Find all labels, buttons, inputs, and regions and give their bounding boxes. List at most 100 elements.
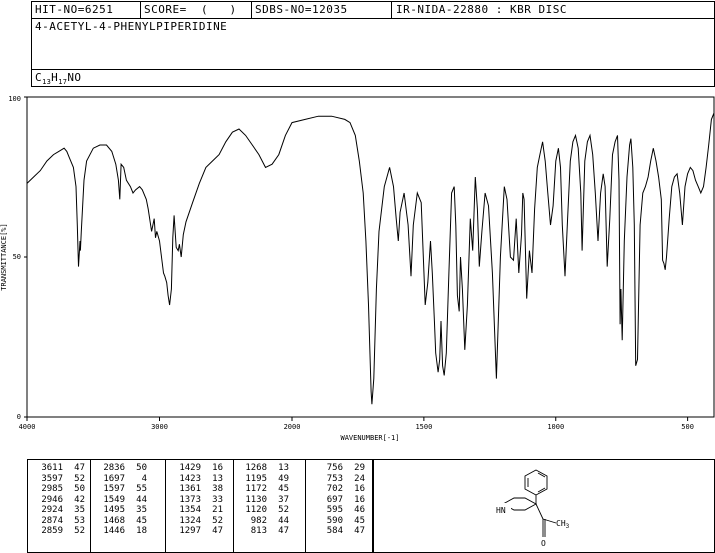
peak-row: 1172 45 [237,484,289,495]
peak-row: 2985 50 [33,484,85,495]
peak-row: 1495 35 [95,505,147,516]
peak-transmittance: 53 [74,515,85,526]
peak-transmittance: 45 [136,515,147,526]
peak-transmittance: 50 [74,484,85,494]
peak-transmittance: 50 [136,463,147,473]
y-tick-label: 100 [8,95,21,103]
oxygen-label: O [541,539,546,548]
peak-row: 1297 47 [171,526,223,537]
peak-wavenumber: 1130 [245,494,267,505]
peak-row: 753 24 [313,474,365,485]
peak-wavenumber: 1354 [179,505,201,515]
peak-row: 697 16 [313,495,365,506]
peak-column: 2836 50 1697 4 1597 55 1549 44 1495 35 1468 45 1446 1… [95,463,147,537]
peak-wavenumber: 756 [326,463,343,473]
peak-wavenumber: 1172 [245,484,267,494]
x-tick-label: 4000 [19,423,36,431]
peak-wavenumber: 982 [250,515,267,526]
peak-wavenumber: 1423 [179,473,201,484]
peak-transmittance: 29 [354,463,365,473]
x-tick-label: 2000 [284,423,301,431]
peak-wavenumber: 1429 [179,463,201,473]
peak-transmittance: 45 [354,515,365,526]
x-tick-label: 1000 [547,423,564,431]
peak-wavenumber: 813 [250,526,267,536]
peak-transmittance: 55 [136,484,147,494]
peak-column: 756 29 753 24 702 16 697 16 595 46 590 45 584 47 [313,463,365,537]
peak-transmittance: 16 [354,484,365,494]
x-tick-label: 3000 [151,423,168,431]
peak-row: 584 47 [313,526,365,537]
peak-column-divider [165,459,166,553]
nh-label: HN [496,506,506,515]
peak-row: 2859 52 [33,526,85,537]
peak-transmittance: 47 [354,526,365,536]
peak-wavenumber: 2985 [41,484,63,494]
peak-row: 3597 52 [33,474,85,485]
peak-wavenumber: 2924 [41,505,63,515]
peak-wavenumber: 1120 [245,505,267,515]
peak-row: 1429 16 [171,463,223,474]
peak-row: 2924 35 [33,505,85,516]
peak-row: 1697 4 [95,474,147,485]
peak-row: 2946 42 [33,495,85,506]
peak-row: 1361 38 [171,484,223,495]
peak-wavenumber: 1297 [179,526,201,536]
peak-row: 1468 45 [95,516,147,527]
peak-row: 1130 37 [237,495,289,506]
peak-transmittance: 47 [278,526,289,536]
peak-wavenumber: 1268 [245,463,267,473]
peak-row: 1423 13 [171,474,223,485]
peak-transmittance: 47 [74,463,85,473]
peak-transmittance: 44 [278,515,289,526]
peak-row: 1597 55 [95,484,147,495]
peak-transmittance: 16 [354,494,365,505]
peak-column-divider [90,459,91,553]
peak-wavenumber: 1468 [103,515,125,526]
peak-wavenumber: 1549 [103,494,125,505]
peak-wavenumber: 1195 [245,473,267,484]
peak-wavenumber: 1495 [103,505,125,515]
peak-wavenumber: 3611 [41,463,63,473]
peak-row: 982 44 [237,516,289,527]
peak-row: 3611 47 [33,463,85,474]
peak-transmittance: 16 [212,463,223,473]
peak-row: 813 47 [237,526,289,537]
peak-transmittance: 18 [136,526,147,536]
peak-wavenumber: 1324 [179,515,201,526]
peak-column-divider [305,459,306,553]
peak-transmittance: 47 [212,526,223,536]
peak-wavenumber: 2946 [41,494,63,505]
ir-spectrum-chart: 4000 3000 2000 1500 1000 500 0 50 100 WAVENUMBE… [0,95,715,442]
peak-row: 1268 13 [237,463,289,474]
peak-transmittance: 49 [278,473,289,484]
peak-wavenumber: 702 [326,484,343,494]
methyl-label: CH3 [556,519,570,530]
peak-column: 1429 16 1423 13 1361 38 1373 33 1354 21 1324 52 1297… [171,463,223,537]
peak-wavenumber: 584 [326,526,343,536]
y-tick-label: 0 [17,413,21,421]
peak-row: 1195 49 [237,474,289,485]
peak-wavenumber: 697 [326,494,343,505]
peak-transmittance: 35 [136,505,147,515]
peak-row: 595 46 [313,505,365,516]
peak-column: 1268 13 1195 49 1172 45 1130 37 1120 52 982 44 813 47 [237,463,289,537]
peak-wavenumber: 753 [326,473,343,484]
peak-wavenumber: 1361 [179,484,201,494]
y-axis-label: TRANSMITTANCE[%] [0,223,8,290]
peak-transmittance: 44 [136,494,147,505]
peak-wavenumber: 1697 [103,473,125,484]
peak-column-divider [233,459,234,553]
peak-wavenumber: 1446 [103,526,125,536]
peak-transmittance: 45 [278,484,289,494]
peak-transmittance: 4 [141,473,147,484]
peak-transmittance: 13 [278,463,289,473]
peak-transmittance: 52 [74,526,85,536]
peak-transmittance: 24 [354,473,365,484]
peak-row: 1373 33 [171,495,223,506]
molecule-structure: HN CH3 O [495,469,570,548]
peak-transmittance: 52 [278,505,289,515]
peak-transmittance: 13 [212,473,223,484]
peak-row: 1120 52 [237,505,289,516]
peak-row: 2836 50 [95,463,147,474]
